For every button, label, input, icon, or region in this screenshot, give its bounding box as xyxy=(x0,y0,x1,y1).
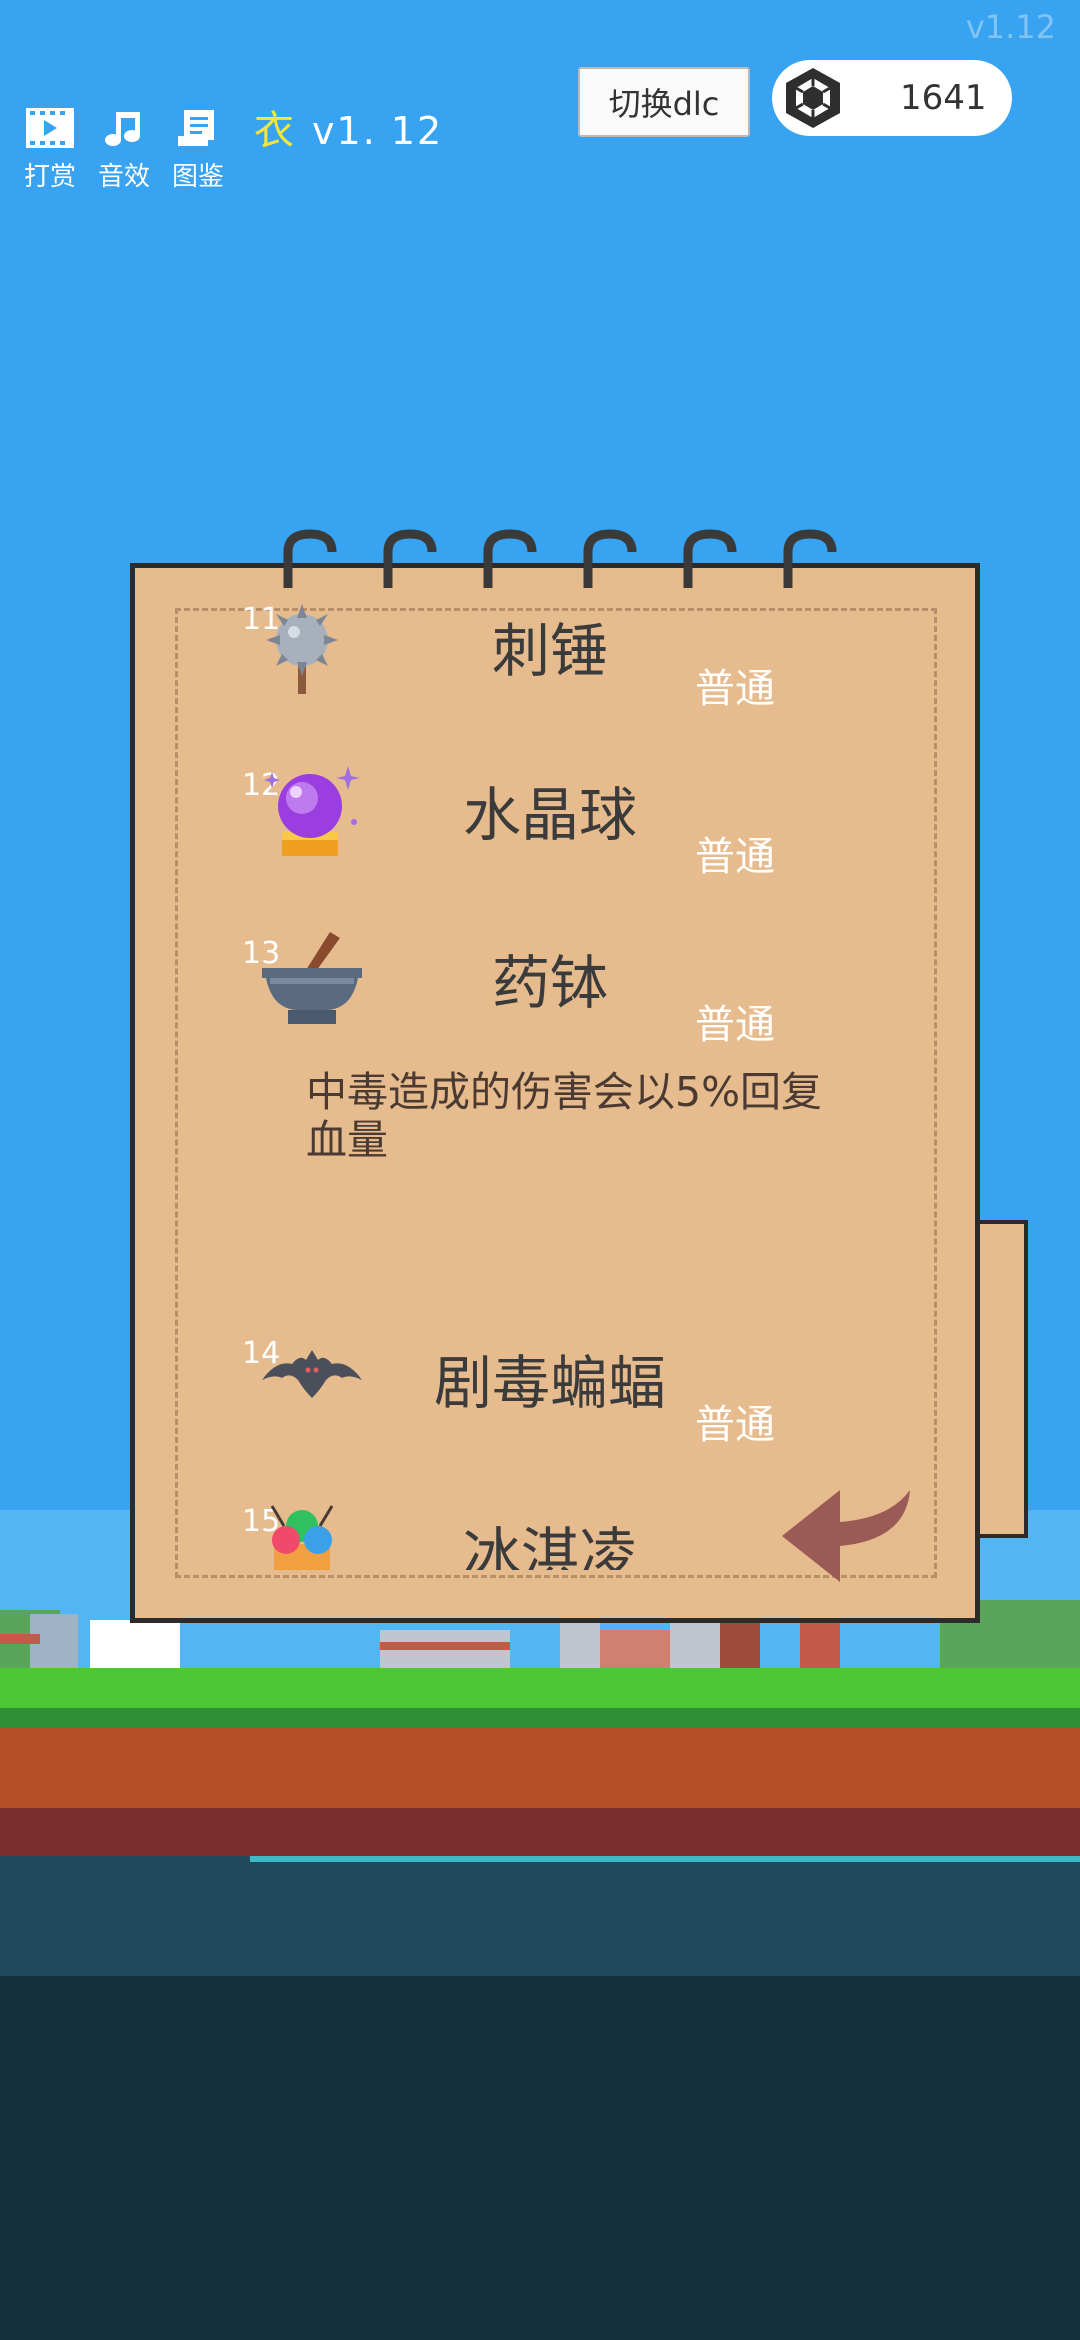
version-corner: v1.12 xyxy=(965,8,1056,46)
item-rarity: 普通 xyxy=(695,1402,775,1448)
sound-label: 音效 xyxy=(98,162,151,192)
codex-button[interactable]: 图鉴 xyxy=(172,108,224,193)
item-name: 药钵 xyxy=(491,949,608,1017)
item-rarity: 普通 xyxy=(695,834,775,880)
sound-button[interactable]: 音效 xyxy=(98,108,150,193)
currency-display: 1641 xyxy=(772,60,1012,136)
grass-shadow xyxy=(0,1708,1080,1730)
water-highlight xyxy=(250,1856,1080,1862)
item-name: 水晶球 xyxy=(462,781,637,849)
version-label: v1. 12 xyxy=(312,109,444,153)
item-name: 刺锤 xyxy=(491,617,608,685)
reward-label: 打赏 xyxy=(24,162,77,192)
item-rarity: 普通 xyxy=(695,1002,775,1048)
film-icon xyxy=(26,108,74,148)
item-rarity: 普通 xyxy=(695,666,775,712)
scroll-book-icon xyxy=(178,110,215,146)
yi-indicator[interactable]: 衣 xyxy=(254,108,294,154)
back-arrow-icon[interactable] xyxy=(780,1490,916,1586)
music-note-icon xyxy=(105,112,141,146)
gem-icon xyxy=(786,68,840,128)
top-toolbar: 打赏 音效 图鉴 衣 v1. 12 xyxy=(24,108,443,193)
dirt-dark-layer xyxy=(0,1808,1080,1856)
codex-label: 图鉴 xyxy=(172,162,225,192)
binder-rings xyxy=(283,529,837,588)
item-description: 中毒造成的伤害会以5%回复血量 xyxy=(306,1068,823,1164)
reward-button[interactable]: 打赏 xyxy=(24,108,76,193)
item-name: 剧毒蝙蝠 xyxy=(433,1349,666,1417)
water-surface xyxy=(0,1856,1080,1976)
gem-count: 1641 xyxy=(900,78,987,118)
switch-dlc-button[interactable]: 切换dlc xyxy=(578,67,750,137)
item-list[interactable]: 11 刺锤 普通 12 水晶球 普通 13 药钵 普通 中毒造成的伤害会以5%回… xyxy=(170,600,930,1570)
